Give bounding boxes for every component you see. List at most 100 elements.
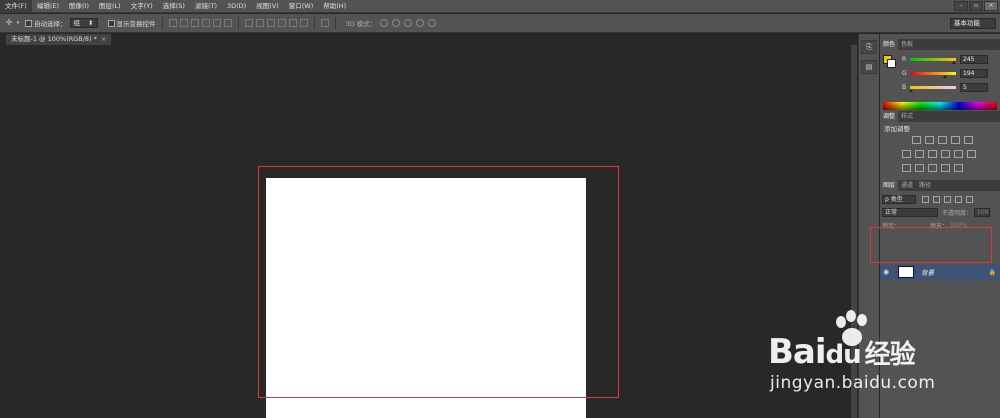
selective-color-icon[interactable] bbox=[954, 164, 963, 172]
document-tab[interactable]: 未标题-1 @ 100%(RGB/8) * × bbox=[6, 34, 112, 45]
filter-type-icon[interactable] bbox=[944, 195, 951, 203]
properties-icon[interactable]: ▤ bbox=[861, 60, 877, 74]
close-window-button[interactable]: × bbox=[984, 1, 998, 11]
blue-slider-thumb[interactable] bbox=[908, 88, 913, 92]
adjustments-panel-tabs: 调整 样式 bbox=[880, 111, 1000, 122]
gradient-map-icon[interactable] bbox=[941, 164, 950, 172]
move-tool-icon[interactable]: ✛ bbox=[3, 17, 15, 29]
distribute-buttons bbox=[244, 19, 308, 27]
3d-rotate-icon[interactable] bbox=[380, 19, 389, 27]
menu-edit[interactable]: 编辑(E) bbox=[32, 0, 64, 13]
3d-slide-icon[interactable] bbox=[416, 19, 425, 27]
tab-styles[interactable]: 样式 bbox=[898, 111, 916, 122]
curves-icon[interactable] bbox=[938, 136, 947, 144]
vertical-scrollbar[interactable] bbox=[851, 45, 857, 418]
right-panels: 颜色 色板 R 245 G 194 B 5 调整 样式 添加调整 图层 通道 路… bbox=[880, 34, 1000, 418]
auto-align-icon[interactable] bbox=[320, 19, 329, 27]
red-value-field[interactable]: 245 bbox=[960, 54, 988, 64]
menu-select[interactable]: 选择(S) bbox=[158, 0, 190, 13]
menu-image[interactable]: 图像(I) bbox=[64, 0, 94, 13]
3d-roll-icon[interactable] bbox=[392, 19, 401, 27]
posterize-icon[interactable] bbox=[915, 164, 924, 172]
adjustment-row-2 bbox=[902, 150, 976, 158]
green-slider-row: G 194 bbox=[902, 68, 998, 78]
document-tab-title: 未标题-1 @ 100%(RGB/8) * bbox=[11, 35, 97, 43]
layer-filter-select[interactable]: ρ 类型 bbox=[882, 194, 916, 204]
layer-row-background[interactable]: ◉ 背景 🔒 bbox=[880, 264, 1000, 280]
distribute-vcenter-icon[interactable] bbox=[255, 19, 264, 27]
3d-drag-icon[interactable] bbox=[404, 19, 413, 27]
green-value-field[interactable]: 194 bbox=[960, 68, 988, 78]
menu-filter[interactable]: 滤镜(T) bbox=[190, 0, 222, 13]
tab-layers[interactable]: 图层 bbox=[880, 180, 899, 191]
close-icon[interactable]: × bbox=[101, 35, 106, 43]
menu-3d[interactable]: 3D(D) bbox=[222, 0, 251, 13]
menu-help[interactable]: 帮助(H) bbox=[318, 0, 351, 13]
visibility-eye-icon[interactable]: ◉ bbox=[880, 268, 892, 276]
threshold-icon[interactable] bbox=[928, 164, 937, 172]
align-vcenter-icon[interactable] bbox=[179, 19, 188, 27]
red-slider[interactable] bbox=[910, 57, 957, 64]
maximize-button[interactable]: ▫ bbox=[969, 1, 983, 11]
canvas-area[interactable] bbox=[0, 45, 857, 418]
tool-preset-chevron-icon[interactable]: ▾ bbox=[15, 17, 21, 29]
canvas-highlight-box bbox=[258, 166, 619, 398]
distribute-bottom-icon[interactable] bbox=[266, 19, 275, 27]
auto-select-checkbox[interactable] bbox=[25, 19, 32, 27]
color-lookup-icon[interactable] bbox=[967, 150, 976, 158]
align-hcenter-icon[interactable] bbox=[212, 19, 221, 27]
distribute-left-icon[interactable] bbox=[277, 19, 286, 27]
align-bottom-icon[interactable] bbox=[190, 19, 199, 27]
align-top-icon[interactable] bbox=[168, 19, 177, 27]
filter-pixel-icon[interactable] bbox=[922, 195, 929, 203]
levels-icon[interactable] bbox=[925, 136, 934, 144]
tab-paths[interactable]: 路径 bbox=[916, 180, 934, 191]
menu-layer[interactable]: 图层(L) bbox=[94, 0, 126, 13]
separator bbox=[313, 17, 315, 29]
tab-channels[interactable]: 通道 bbox=[898, 180, 916, 191]
green-slider-thumb[interactable] bbox=[942, 74, 947, 78]
filter-shape-icon[interactable] bbox=[955, 195, 962, 203]
green-slider[interactable] bbox=[910, 71, 956, 78]
blue-value-field[interactable]: 5 bbox=[960, 82, 988, 92]
hue-saturation-icon[interactable] bbox=[902, 150, 911, 158]
menu-file[interactable]: 文件(F) bbox=[0, 0, 32, 13]
show-transform-checkbox[interactable] bbox=[107, 19, 115, 27]
black-white-icon[interactable] bbox=[928, 150, 937, 158]
minimize-button[interactable]: – bbox=[954, 1, 968, 11]
red-slider-thumb[interactable] bbox=[952, 60, 957, 64]
menu-view[interactable]: 视图(V) bbox=[251, 0, 284, 13]
blend-mode-select[interactable]: 正常 bbox=[882, 207, 938, 217]
layer-name[interactable]: 背景 bbox=[921, 267, 934, 277]
background-color-swatch[interactable] bbox=[887, 59, 896, 68]
vibrance-icon[interactable] bbox=[964, 136, 973, 144]
menu-type[interactable]: 文字(Y) bbox=[126, 0, 158, 13]
align-left-icon[interactable] bbox=[201, 19, 210, 27]
photo-filter-icon[interactable] bbox=[941, 150, 950, 158]
align-buttons bbox=[168, 19, 232, 27]
workspace-switcher[interactable]: 基本功能 bbox=[950, 18, 996, 29]
tab-adjustments[interactable]: 调整 bbox=[880, 111, 899, 122]
color-spectrum-ramp[interactable] bbox=[883, 102, 997, 110]
distribute-top-icon[interactable] bbox=[244, 19, 253, 27]
filter-smart-object-icon[interactable] bbox=[966, 195, 973, 203]
blue-slider[interactable] bbox=[908, 85, 956, 92]
tab-swatches[interactable]: 色板 bbox=[898, 39, 916, 50]
channel-mixer-icon[interactable] bbox=[954, 150, 963, 158]
opacity-field[interactable]: 100% bbox=[974, 207, 991, 217]
invert-icon[interactable] bbox=[902, 164, 911, 172]
color-balance-icon[interactable] bbox=[915, 150, 924, 158]
filter-adjustment-icon[interactable] bbox=[933, 195, 940, 203]
align-right-icon[interactable] bbox=[223, 19, 232, 27]
distribute-hcenter-icon[interactable] bbox=[288, 19, 297, 27]
history-icon[interactable]: ⎘ bbox=[861, 40, 877, 54]
distribute-right-icon[interactable] bbox=[299, 19, 308, 27]
3d-scale-icon[interactable] bbox=[428, 19, 437, 27]
menu-window[interactable]: 窗口(W) bbox=[284, 0, 319, 13]
add-adjustment-title: 添加调整 bbox=[884, 125, 910, 133]
opacity-label: 不透明度： bbox=[942, 209, 973, 217]
tab-color[interactable]: 颜色 bbox=[880, 39, 899, 50]
auto-select-dropdown[interactable]: 组 ⬍ bbox=[69, 18, 98, 28]
exposure-icon[interactable] bbox=[951, 136, 960, 144]
brightness-icon[interactable] bbox=[912, 136, 921, 144]
